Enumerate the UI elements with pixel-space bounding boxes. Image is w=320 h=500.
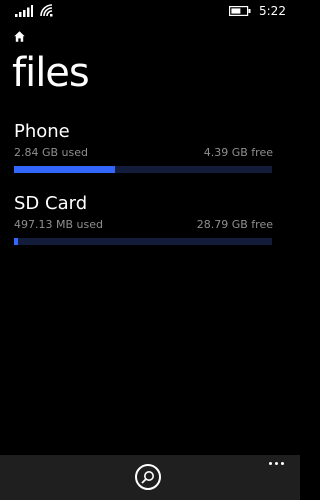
storage-used: 2.84 GB used: [14, 146, 89, 159]
storage-item-phone[interactable]: Phone 2.84 GB used 4.39 GB free: [14, 120, 273, 178]
usage-bar: [14, 238, 272, 245]
storage-free: 28.79 GB free: [196, 218, 273, 231]
more-icon: [281, 462, 284, 465]
storage-used: 497.13 MB used: [14, 218, 103, 231]
phone-screen: 5:22 files Phone 2.84 GB used 4.39 GB fr…: [0, 0, 300, 500]
storage-free: 4.39 GB free: [203, 146, 273, 159]
search-button[interactable]: [135, 464, 161, 490]
app-bar: [0, 455, 300, 500]
status-bar: 5:22: [0, 0, 300, 24]
more-button[interactable]: [262, 455, 292, 473]
more-icon: [269, 462, 272, 465]
usage-fill: [14, 166, 115, 173]
search-icon: [141, 471, 154, 484]
more-icon: [275, 462, 278, 465]
status-time: 5:22: [259, 4, 286, 18]
storage-item-sd-card[interactable]: SD Card 497.13 MB used 28.79 GB free: [14, 192, 273, 250]
home-icon[interactable]: [14, 31, 25, 42]
page-title: files: [12, 50, 90, 96]
usage-fill: [14, 238, 18, 245]
wifi-icon: [40, 4, 53, 17]
battery-icon: [229, 6, 251, 16]
usage-bar: [14, 166, 272, 173]
signal-icon: [15, 5, 33, 17]
storage-name: SD Card: [14, 193, 88, 214]
storage-name: Phone: [14, 121, 70, 142]
